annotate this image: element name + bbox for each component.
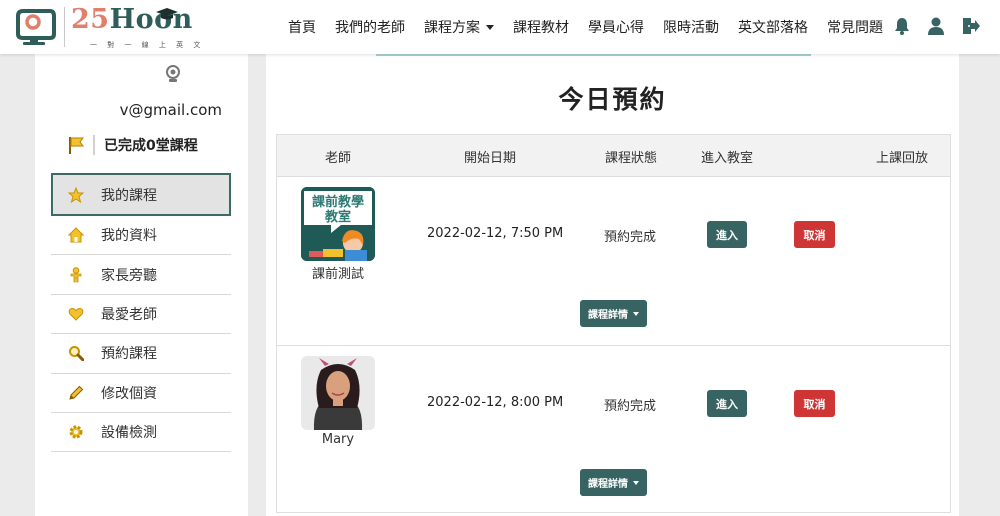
progress-text: 已完成0堂課程 xyxy=(104,138,198,154)
user-email: v@gmail.com xyxy=(119,101,222,119)
teacher-avatar: 課前教學 教室 xyxy=(301,187,375,261)
col-enter-classroom: 進入教室 xyxy=(701,151,754,166)
sidebar-item-label: 修改個資 xyxy=(101,385,157,402)
flag-icon xyxy=(69,137,84,154)
sidebar-item-my-profile[interactable]: 我的資料 xyxy=(51,216,231,256)
pencil-icon xyxy=(68,385,84,401)
gear-icon xyxy=(68,424,84,440)
accent-bar xyxy=(376,54,811,56)
col-playback: 上課回放 xyxy=(876,151,929,166)
nav-testimonials[interactable]: 學員心得 xyxy=(588,17,644,37)
table-row: 課前教學 教室 課前測試 2022-02-12, 7:50 PM 預約完成 進入… xyxy=(277,177,950,345)
sidebar-item-my-courses[interactable]: 我的課程 xyxy=(51,173,231,216)
nav-faq[interactable]: 常見問題 xyxy=(827,17,883,37)
sidebar-item-favorite-teachers[interactable]: 最愛老師 xyxy=(51,295,231,335)
star-icon xyxy=(68,186,84,203)
logout-icon[interactable] xyxy=(960,16,980,36)
progress-divider xyxy=(93,135,95,155)
user-icon[interactable] xyxy=(926,16,946,36)
graduation-cap-icon xyxy=(156,8,178,20)
sidebar-item-book-course[interactable]: 預約課程 xyxy=(51,334,231,374)
col-status: 課程狀態 xyxy=(605,151,658,166)
heart-icon xyxy=(68,306,84,322)
teacher-name: Mary xyxy=(321,432,355,447)
enter-classroom-button[interactable]: 進入 xyxy=(707,221,747,248)
sidebar-item-label: 最愛老師 xyxy=(101,306,157,323)
bell-icon[interactable] xyxy=(892,16,912,36)
nav-plans-dropdown[interactable]: 課程方案 xyxy=(424,17,494,37)
avatar-text-line2: 教室 xyxy=(324,209,351,225)
course-progress: 已完成0堂課程 xyxy=(67,134,198,156)
sidebar-menu: 我的課程 我的資料 家長旁聽 最愛老師 預約課程 修改個資 設備檢測 xyxy=(51,173,231,453)
teacher-avatar xyxy=(301,356,375,430)
course-status: 預約完成 xyxy=(604,230,657,245)
enter-classroom-button[interactable]: 進入 xyxy=(707,390,747,417)
caret-down-icon xyxy=(633,311,639,316)
sidebar-item-label: 預約課程 xyxy=(101,346,157,363)
nav-home[interactable]: 首頁 xyxy=(288,17,316,37)
table-row: Mary 2022-02-12, 8:00 PM 預約完成 進入 取消 課程詳情 xyxy=(277,345,950,513)
main-nav: 首頁 我們的老師 課程方案 課程教材 學員心得 限時活動 英文部落格 常見問題 xyxy=(288,0,902,54)
logo-monitor-icon xyxy=(16,9,56,45)
sidebar-item-device-check[interactable]: 設備檢測 xyxy=(51,413,231,453)
main-panel: 今日預約 老師 開始日期 課程狀態 進入教室 上課回放 課前教學 教室 課前測試… xyxy=(266,54,959,516)
caret-down-icon xyxy=(486,25,494,30)
nav-blog[interactable]: 英文部落格 xyxy=(738,17,808,37)
col-teacher: 老師 xyxy=(325,151,352,166)
sidebar-item-label: 我的課程 xyxy=(101,187,157,204)
start-date: 2022-02-12, 8:00 PM xyxy=(427,395,564,410)
sidebar-item-label: 設備檢測 xyxy=(101,425,157,442)
col-start-date: 開始日期 xyxy=(464,151,517,166)
nav-teachers[interactable]: 我們的老師 xyxy=(335,17,405,37)
avatar-text-line1: 課前教學 xyxy=(312,194,364,210)
reservations-table: 老師 開始日期 課程狀態 進入教室 上課回放 課前教學 教室 課前測試 2022… xyxy=(276,134,951,513)
table-header: 老師 開始日期 課程狀態 進入教室 上課回放 xyxy=(277,135,950,177)
caret-down-icon xyxy=(633,480,639,485)
account-sidebar: v@gmail.com 已完成0堂課程 我的課程 我的資料 家長旁聽 最愛老師 … xyxy=(35,54,248,516)
sidebar-item-label: 家長旁聽 xyxy=(101,267,157,284)
course-details-dropdown[interactable]: 課程詳情 xyxy=(580,469,647,496)
nav-materials[interactable]: 課程教材 xyxy=(513,17,569,37)
page-title: 今日預約 xyxy=(558,85,667,114)
brand-subtitle: 一 對 一 線 上 英 文 xyxy=(90,41,205,49)
person-icon xyxy=(68,266,84,283)
webcam-icon xyxy=(166,65,180,82)
course-status: 預約完成 xyxy=(604,399,657,414)
sidebar-item-parent-audit[interactable]: 家長旁聽 xyxy=(51,255,231,295)
logo-divider xyxy=(64,7,65,47)
search-icon xyxy=(68,345,84,362)
start-date: 2022-02-12, 7:50 PM xyxy=(427,226,564,241)
home-icon xyxy=(68,227,84,243)
sidebar-item-edit-profile[interactable]: 修改個資 xyxy=(51,374,231,413)
cancel-button[interactable]: 取消 xyxy=(794,221,835,248)
course-details-dropdown[interactable]: 課程詳情 xyxy=(580,300,647,327)
teacher-name: 課前測試 xyxy=(311,267,364,282)
cancel-button[interactable]: 取消 xyxy=(794,390,835,417)
sidebar-item-label: 我的資料 xyxy=(101,228,157,245)
top-header: 25Hoon 一 對 一 線 上 英 文 首頁 我們的老師 課程方案 課程教材 … xyxy=(0,0,1000,54)
nav-promotions[interactable]: 限時活動 xyxy=(663,17,719,37)
